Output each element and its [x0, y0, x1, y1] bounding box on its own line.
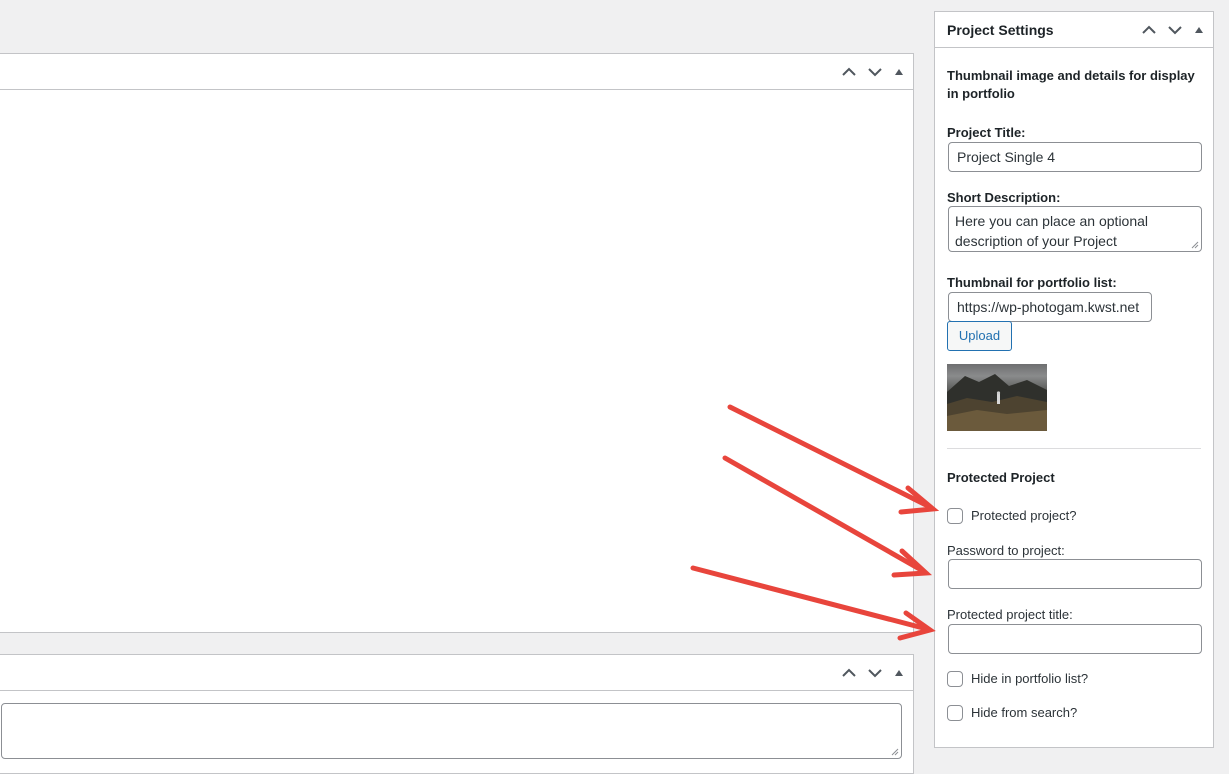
project-settings-box: Project Settings Thumbnail image and det… [934, 11, 1214, 748]
move-up-button[interactable] [1139, 20, 1159, 40]
bottom-textarea[interactable] [1, 703, 902, 759]
chevron-down-icon [1168, 26, 1182, 35]
short-description-textarea[interactable]: Here you can place an optional descripti… [948, 206, 1202, 252]
section-divider [947, 448, 1201, 449]
chevron-up-icon [842, 67, 856, 76]
protected-title-label: Protected project title: [947, 607, 1073, 622]
move-up-button[interactable] [839, 663, 859, 683]
password-input[interactable] [948, 559, 1202, 589]
toggle-panel-button[interactable] [889, 62, 909, 82]
move-up-button[interactable] [839, 62, 859, 82]
triangle-up-icon [895, 69, 903, 75]
move-down-button[interactable] [865, 62, 885, 82]
protected-title-input[interactable] [948, 624, 1202, 654]
move-down-button[interactable] [1165, 20, 1185, 40]
main-content-box [0, 53, 914, 633]
toggle-panel-button[interactable] [1189, 20, 1209, 40]
protected-project-checkbox[interactable] [947, 508, 963, 524]
chevron-down-icon [868, 669, 882, 678]
thumbnail-preview-image [947, 364, 1047, 431]
move-down-button[interactable] [865, 663, 885, 683]
chevron-up-icon [1142, 25, 1156, 34]
resize-grip-icon[interactable] [1191, 241, 1199, 249]
main-content-box-header [0, 54, 913, 90]
thumbnail-label: Thumbnail for portfolio list: [947, 275, 1117, 290]
password-label: Password to project: [947, 543, 1065, 558]
protected-project-heading: Protected Project [947, 470, 1055, 485]
intro-text: Thumbnail image and details for display … [947, 68, 1195, 101]
chevron-up-icon [842, 668, 856, 677]
project-settings-header: Project Settings [935, 12, 1213, 48]
short-description-label: Short Description: [947, 190, 1061, 205]
resize-grip-icon[interactable] [891, 748, 899, 756]
thumbnail-url-input[interactable]: https://wp-photogam.kwst.net [948, 292, 1152, 322]
chevron-down-icon [868, 68, 882, 77]
triangle-up-icon [895, 670, 903, 676]
project-title-label: Project Title: [947, 125, 1026, 140]
landscape-photo [947, 374, 1047, 431]
triangle-up-icon [1195, 27, 1203, 33]
hide-from-search-label: Hide from search? [971, 705, 1078, 720]
short-description-value: Here you can place an optional descripti… [955, 213, 1149, 249]
hide-in-portfolio-checkbox[interactable] [947, 671, 963, 687]
upload-button[interactable]: Upload [947, 321, 1012, 351]
project-title-input[interactable]: Project Single 4 [948, 142, 1202, 172]
panel-title: Project Settings [947, 22, 1054, 38]
bottom-box [0, 654, 914, 774]
hide-in-portfolio-label: Hide in portfolio list? [971, 671, 1089, 686]
toggle-panel-button[interactable] [889, 663, 909, 683]
protected-project-checkbox-label: Protected project? [971, 508, 1077, 523]
hide-from-search-checkbox[interactable] [947, 705, 963, 721]
bottom-box-header [0, 655, 913, 691]
